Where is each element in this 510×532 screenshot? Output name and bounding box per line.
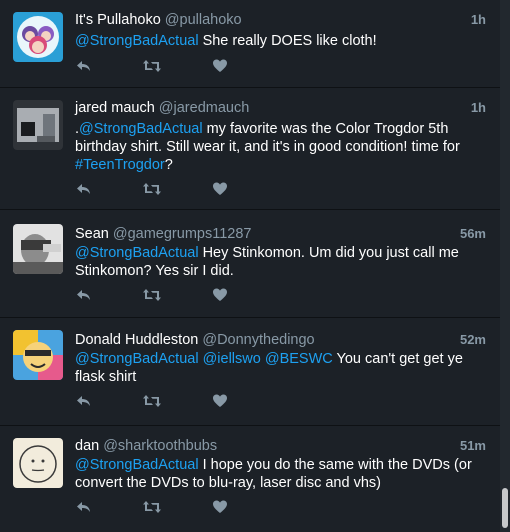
mention-link[interactable]: @iellswo xyxy=(203,351,261,367)
user-handle[interactable]: @pullahoko xyxy=(165,12,242,28)
retweet-icon[interactable] xyxy=(142,393,161,409)
display-name[interactable]: dan xyxy=(75,438,99,454)
tweet-feed: It's Pullahoko @pullahoko 1h @StrongBadAc… xyxy=(0,0,500,532)
reply-icon[interactable] xyxy=(75,181,93,197)
reply-icon[interactable] xyxy=(75,499,93,515)
tweet[interactable]: Sean @gamegrumps11287 56m @StrongBadActua… xyxy=(0,210,500,318)
heart-icon[interactable] xyxy=(212,181,230,197)
tweet[interactable]: It's Pullahoko @pullahoko 1h @StrongBadAc… xyxy=(0,0,500,88)
user-handle[interactable]: @sharktoothbubs xyxy=(103,438,217,454)
user-handle[interactable]: @jaredmauch xyxy=(159,100,249,116)
tweet-header: dan @sharktoothbubs 51m xyxy=(75,438,486,456)
reply-icon[interactable] xyxy=(75,287,93,303)
reply-icon[interactable] xyxy=(75,393,93,409)
mention-link[interactable]: @StrongBadActual xyxy=(79,121,203,137)
user-handle[interactable]: @Donnythedingo xyxy=(202,332,314,348)
display-name[interactable]: jared mauch xyxy=(75,100,155,116)
scrollbar-thumb[interactable] xyxy=(502,488,508,528)
heart-icon[interactable] xyxy=(212,499,230,515)
timestamp[interactable]: 1h xyxy=(471,12,486,27)
mention-link[interactable]: @StrongBadActual xyxy=(75,245,199,261)
tweet-header: Sean @gamegrumps11287 56m xyxy=(75,226,486,244)
display-name[interactable]: It's Pullahoko xyxy=(75,12,161,28)
retweet-icon[interactable] xyxy=(142,287,161,303)
retweet-icon[interactable] xyxy=(142,181,161,197)
tweet-text-segment: ? xyxy=(164,157,173,173)
tweet-text: @StrongBadActual Hey Stinkomon. Um did y… xyxy=(75,244,486,280)
heart-icon[interactable] xyxy=(212,393,230,409)
heart-icon[interactable] xyxy=(212,287,230,303)
tweet[interactable]: jared mauch @jaredmauch 1h .@StrongBadAct… xyxy=(0,88,500,210)
retweet-icon[interactable] xyxy=(142,499,161,515)
mention-link[interactable]: @StrongBadActual xyxy=(75,33,199,49)
tweet-text: @StrongBadActual She really DOES like cl… xyxy=(75,32,486,50)
avatar[interactable] xyxy=(13,100,63,150)
tweet-text: @StrongBadActual @iellswo @BESWC You can… xyxy=(75,350,486,386)
heart-icon[interactable] xyxy=(212,58,230,74)
scrollbar[interactable] xyxy=(500,0,510,532)
user-handle[interactable]: @gamegrumps11287 xyxy=(113,226,252,242)
tweet-header: It's Pullahoko @pullahoko 1h xyxy=(75,12,486,30)
tweet-text: .@StrongBadActual my favorite was the Co… xyxy=(75,120,486,174)
mention-link[interactable]: @StrongBadActual xyxy=(75,457,199,473)
reply-icon[interactable] xyxy=(75,58,93,74)
display-name[interactable]: Donald Huddleston xyxy=(75,332,198,348)
mention-link[interactable]: @StrongBadActual xyxy=(75,351,199,367)
avatar[interactable] xyxy=(13,438,63,488)
avatar[interactable] xyxy=(13,330,63,380)
tweet[interactable]: dan @sharktoothbubs 51m @StrongBadActual … xyxy=(0,426,500,532)
timestamp[interactable]: 51m xyxy=(460,438,486,453)
tweet-text: @StrongBadActual I hope you do the same … xyxy=(75,456,486,492)
mention-link[interactable]: #TeenTrogdor xyxy=(75,157,165,173)
timestamp[interactable]: 56m xyxy=(460,226,486,241)
tweet-text-segment: She really DOES like cloth! xyxy=(198,33,377,49)
tweet-header: jared mauch @jaredmauch 1h xyxy=(75,100,486,118)
avatar[interactable] xyxy=(13,224,63,274)
timestamp[interactable]: 52m xyxy=(460,332,486,347)
avatar[interactable] xyxy=(13,12,63,62)
display-name[interactable]: Sean xyxy=(75,226,109,242)
retweet-icon[interactable] xyxy=(142,58,161,74)
mention-link[interactable]: @BESWC xyxy=(265,351,333,367)
tweet-header: Donald Huddleston @Donnythedingo 52m xyxy=(75,332,486,350)
tweet[interactable]: Donald Huddleston @Donnythedingo 52m @Str… xyxy=(0,318,500,426)
timestamp[interactable]: 1h xyxy=(471,100,486,115)
